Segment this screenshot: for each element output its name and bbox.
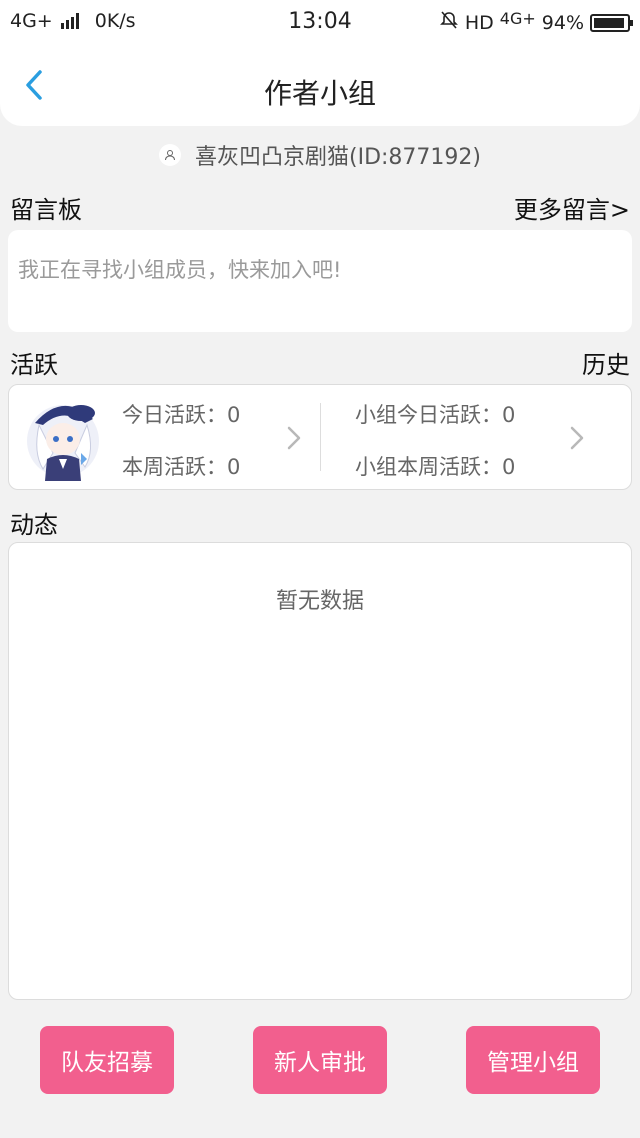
more-messages-link[interactable]: 更多留言> (514, 190, 630, 225)
board-message: 我正在寻找小组成员，快来加入吧! (18, 258, 342, 282)
title-bar: 作者小组 (0, 44, 640, 126)
message-board-card[interactable]: 我正在寻找小组成员，快来加入吧! (8, 230, 632, 332)
network-right-label: 4G+ (499, 9, 536, 28)
activity-card: 今日活跃：0 本周活跃：0 小组今日活跃：0 小组本周活跃：0 (8, 384, 632, 490)
chevron-right-icon (570, 426, 584, 450)
owner-name: 喜灰凹凸京剧猫(ID:877192) (195, 145, 481, 170)
today-activity: 今日活跃：0 (122, 403, 241, 427)
personal-activity[interactable]: 今日活跃：0 本周活跃：0 (9, 385, 320, 489)
chevron-right-icon (287, 426, 301, 450)
avatar (23, 393, 103, 483)
activity-label: 活跃 (10, 351, 58, 379)
status-bar: 4G+ 0K/s 13:04 HD 4G+ 94% (0, 0, 640, 44)
group-today-activity: 小组今日活跃：0 (355, 403, 516, 427)
battery-fill (594, 17, 624, 28)
group-week-activity: 小组本周活跃：0 (355, 455, 516, 479)
empty-state: 暂无数据 (275, 589, 364, 614)
approve-button[interactable]: 新人审批 (253, 1026, 387, 1094)
group-activity[interactable]: 小组今日活跃：0 小组本周活跃：0 (321, 385, 631, 489)
mute-bell-icon (439, 10, 459, 35)
week-activity: 本周活跃：0 (122, 455, 241, 479)
owner-avatar-icon (159, 144, 181, 166)
page-title: 作者小组 (263, 77, 376, 110)
battery-percent: 94% (541, 11, 584, 34)
manage-group-button[interactable]: 管理小组 (466, 1026, 600, 1094)
recruit-button[interactable]: 队友招募 (40, 1026, 174, 1094)
hd-label: HD (464, 11, 494, 34)
message-board-label: 留言板 (10, 196, 82, 224)
history-link[interactable]: 历史 (582, 345, 630, 380)
owner-row: 喜灰凹凸京剧猫(ID:877192) (0, 140, 640, 170)
feed-label: 动态 (10, 511, 58, 539)
feed-card: 暂无数据 (8, 542, 632, 1000)
battery-icon (590, 13, 633, 32)
status-right: HD 4G+ 94% (439, 9, 633, 35)
